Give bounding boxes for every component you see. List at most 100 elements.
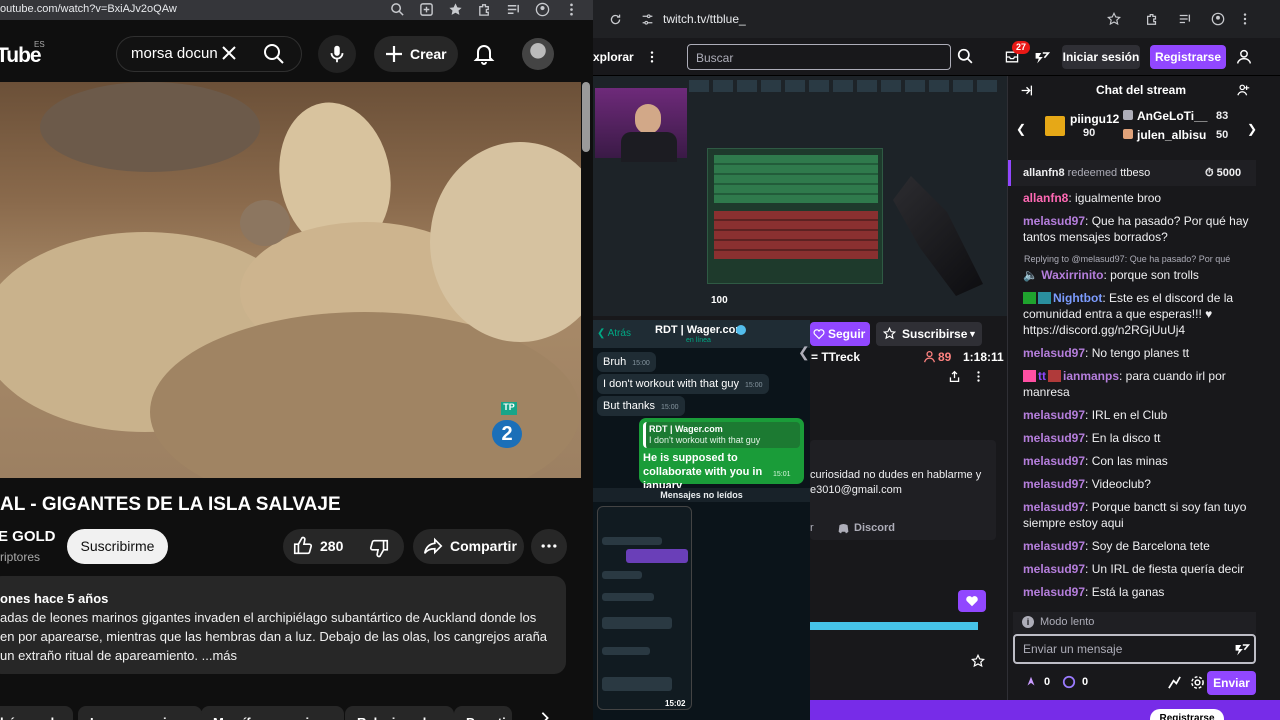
chat-input-placeholder: Enviar un mensaje <box>1023 642 1123 656</box>
follow-heart-button[interactable] <box>958 590 986 612</box>
viewer-count: 89 <box>938 350 952 364</box>
gifter-count: 50 <box>1216 129 1229 141</box>
voice-search-button[interactable] <box>318 35 356 73</box>
chat-message: melasud97: Con las minas <box>1023 454 1168 468</box>
thumb-message <box>602 677 672 691</box>
social-link[interactable]: r <box>810 522 814 534</box>
site-settings-icon[interactable] <box>641 13 654 26</box>
twitch-window: twitch.tv/ttblue_ xplorar Buscar 27 Inic… <box>593 0 1280 720</box>
zoom-icon[interactable] <box>390 2 405 17</box>
browser-menu-icon[interactable] <box>564 2 579 17</box>
thumb-message <box>602 571 642 579</box>
whatsapp-contact-status: en línea <box>686 337 711 344</box>
gift-icon <box>1123 129 1133 139</box>
chip-related[interactable]: Relacionados <box>345 706 454 720</box>
thumb-message <box>626 549 688 563</box>
search-icon[interactable] <box>957 48 974 65</box>
description-meta: ones hace 5 años <box>0 591 109 606</box>
thumbnail-time: 15:02 <box>665 699 686 708</box>
media-controls-icon[interactable] <box>506 2 521 17</box>
browser-menu-icon[interactable] <box>1238 12 1252 26</box>
channel-watermark-badge: TP <box>501 402 517 415</box>
redemption-text: allanfn8 redeemed ttbeso <box>1023 167 1151 179</box>
collapse-chat-icon[interactable] <box>1020 84 1033 97</box>
register-button[interactable]: Registrarse <box>1150 45 1226 69</box>
chip-for-you[interactable]: Para ti <box>454 706 512 720</box>
reply-context: Replying to @melasud97: Que ha pasado? P… <box>1024 254 1231 264</box>
star-icon[interactable] <box>971 654 985 668</box>
gift-icon <box>1123 110 1133 120</box>
send-button[interactable]: Enviar <box>1207 671 1256 695</box>
extensions-icon[interactable] <box>1145 12 1159 26</box>
chevron-right-icon[interactable] <box>538 711 552 720</box>
hype-count: 0 <box>1082 676 1089 688</box>
gifter-name: julen_albisu <box>1137 128 1207 142</box>
settings-gear-icon[interactable] <box>1190 675 1205 690</box>
address-bar[interactable]: outube.com/watch?v=BxiAJv2oQAw <box>0 3 177 15</box>
notifications-bell-icon[interactable] <box>472 42 496 66</box>
follow-label: Seguir <box>828 327 866 341</box>
chip-marine-mammals[interactable]: Mamíferos marinos <box>201 706 345 720</box>
subscribe-button[interactable]: Suscribirse ▼ <box>876 322 982 346</box>
leaderboard-prev-icon[interactable]: ❮ <box>1016 122 1026 136</box>
user-icon[interactable] <box>1236 49 1252 65</box>
leaderboard-next-icon[interactable]: ❯ <box>1247 122 1257 136</box>
install-app-icon[interactable] <box>419 2 434 17</box>
plus-icon <box>386 46 402 62</box>
nav-explore[interactable]: xplorar <box>593 50 634 64</box>
chevron-down-icon: ▼ <box>968 329 977 339</box>
video-player[interactable] <box>0 82 581 478</box>
stream-video-player[interactable]: 100 <box>593 76 1007 316</box>
share-icon[interactable] <box>948 370 961 383</box>
about-email: e3010@gmail.com <box>810 484 902 496</box>
page-scrollbar[interactable] <box>582 82 590 152</box>
whatsapp-contact-name[interactable]: RDT | Wager.com <box>655 324 745 336</box>
chip-search[interactable]: búsqueda <box>0 706 74 720</box>
channel-points-icon[interactable] <box>1024 675 1038 689</box>
create-button[interactable]: Crear <box>374 36 458 72</box>
more-horizontal-icon <box>541 544 557 548</box>
mod-badge-icon <box>1023 292 1036 304</box>
search-input[interactable]: morsa docun <box>131 45 219 62</box>
tv-channel-logo: 2 <box>492 420 522 448</box>
video-title: AL - GIGANTES DE LA ISLA SALVAJE <box>0 494 341 515</box>
profile-icon[interactable] <box>535 2 550 17</box>
chat-message: melasud97: Soy de Barcelona tete <box>1023 539 1210 553</box>
info-icon: i <box>1022 616 1034 628</box>
clear-search-icon[interactable] <box>220 44 238 62</box>
collapse-chevron-icon[interactable]: ❮ <box>798 344 810 361</box>
moderation-icon[interactable] <box>1167 675 1182 690</box>
message-bubble: Bruh 15:00 <box>597 352 656 372</box>
more-vertical-icon[interactable] <box>972 370 985 383</box>
hype-icon[interactable] <box>1062 675 1076 689</box>
youtube-window: outube.com/watch?v=BxiAJv2oQAw Tube ES m… <box>0 0 593 720</box>
extensions-icon[interactable] <box>477 2 492 17</box>
like-icon[interactable] <box>292 535 314 557</box>
reload-icon[interactable] <box>609 13 622 26</box>
dislike-icon[interactable] <box>368 537 390 559</box>
whatsapp-back-button[interactable]: ❮ Atrás <box>597 328 631 339</box>
media-controls-icon[interactable] <box>1178 12 1192 26</box>
emote-picker-icon[interactable] <box>1234 641 1250 657</box>
star-icon <box>883 327 896 340</box>
thumb-message <box>602 647 650 655</box>
twitch-turbo-icon[interactable] <box>1034 49 1050 65</box>
chip-sea-lions[interactable]: Leones marinos <box>78 706 202 720</box>
discord-link[interactable]: Discord <box>854 522 895 534</box>
bookmark-star-icon[interactable] <box>1107 12 1121 26</box>
follow-button[interactable]: Seguir <box>810 322 870 346</box>
subscribe-button[interactable]: Suscribirme <box>67 529 168 564</box>
stream-category[interactable]: = TTreck <box>811 350 860 364</box>
banner-register-button[interactable]: Registrarse <box>1150 709 1224 720</box>
more-vertical-icon[interactable] <box>645 50 659 64</box>
game-hud-top <box>689 80 1001 92</box>
login-button[interactable]: Iniciar sesión <box>1062 45 1140 69</box>
profile-icon[interactable] <box>1211 12 1225 26</box>
screenshot-thumbnail[interactable] <box>597 506 692 710</box>
bookmark-star-icon[interactable] <box>448 2 463 17</box>
users-icon[interactable] <box>1237 83 1251 97</box>
account-avatar[interactable] <box>522 38 554 70</box>
address-bar[interactable]: twitch.tv/ttblue_ <box>663 12 746 26</box>
search-icon[interactable] <box>262 42 286 66</box>
channel-name[interactable]: E GOLD <box>0 528 56 545</box>
